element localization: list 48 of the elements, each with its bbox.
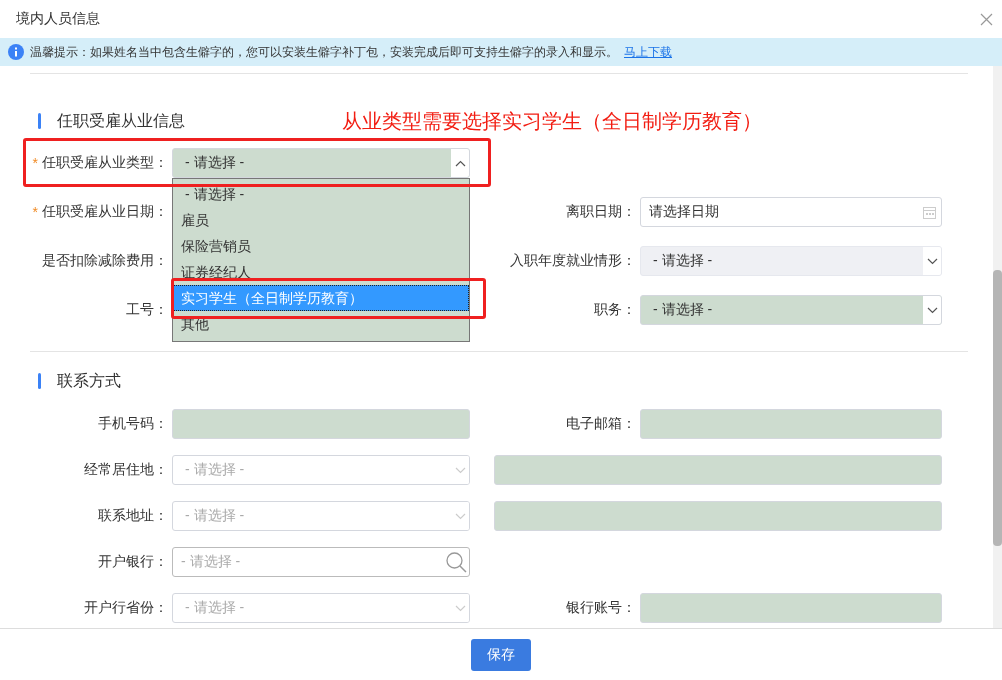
field-label: 任职受雇从业类型： xyxy=(42,154,168,172)
caret-down-icon xyxy=(454,604,466,612)
section-title: 联系方式 xyxy=(57,370,121,391)
calendar-icon xyxy=(923,205,936,219)
field-label: 离职日期： xyxy=(566,203,636,221)
download-link[interactable]: 马上下载 xyxy=(624,43,672,61)
input-field[interactable] xyxy=(640,409,942,439)
annotation-text: 从业类型需要选择实习学生（全日制学历教育） xyxy=(342,108,762,134)
field-label: 是否扣除减除费用： xyxy=(42,252,168,270)
select-field[interactable]: - 请选择 - xyxy=(640,295,942,325)
dropdown-option[interactable]: 证券经纪人 xyxy=(173,259,469,285)
field-label: 手机号码： xyxy=(98,415,168,433)
scrollbar[interactable] xyxy=(993,66,1002,628)
caret-down-icon xyxy=(926,306,938,314)
required-mark: * xyxy=(32,155,38,171)
field-label: 经常居住地： xyxy=(84,461,168,479)
section-title: 任职受雇从业信息 xyxy=(57,110,185,131)
field-label: 开户行省份： xyxy=(84,599,168,617)
notice-text: 温馨提示：如果姓名当中包含生僻字的，您可以安装生僻字补丁包，安装完成后即可支持生僻字的录入和显示。 xyxy=(30,43,618,61)
search-icon xyxy=(446,551,467,573)
input-field[interactable] xyxy=(640,593,942,623)
section-marker xyxy=(38,373,41,389)
field-label: 开户银行： xyxy=(98,553,168,571)
caret-up-icon xyxy=(454,159,466,167)
dropdown-option[interactable]: - 请选择 - xyxy=(173,181,469,207)
field-label: 联系地址： xyxy=(98,507,168,525)
input-field[interactable] xyxy=(494,455,942,485)
field-label: 任职受雇从业日期： xyxy=(42,203,168,221)
caret-down-icon xyxy=(454,466,466,474)
field-label: 电子邮箱： xyxy=(566,415,636,433)
input-field[interactable] xyxy=(494,501,942,531)
dropdown-option[interactable]: 雇员 xyxy=(173,207,469,233)
required-mark: * xyxy=(32,204,38,220)
caret-down-icon xyxy=(926,257,938,265)
section-marker xyxy=(38,113,41,129)
input-field[interactable] xyxy=(172,409,470,439)
date-field[interactable]: 请选择日期 xyxy=(640,197,942,227)
caret-down-icon xyxy=(454,512,466,520)
field-label: 工号： xyxy=(126,301,168,319)
save-button[interactable]: 保存 xyxy=(471,638,531,671)
dropdown-option[interactable]: 保险营销员 xyxy=(173,233,469,259)
field-label: 入职年度就业情形： xyxy=(510,252,636,270)
field-label: 职务： xyxy=(594,301,636,319)
close-icon[interactable] xyxy=(980,12,993,26)
dialog-title: 境内人员信息 xyxy=(16,10,100,28)
field-label: 银行账号： xyxy=(566,599,636,617)
info-icon xyxy=(8,44,24,60)
select-field[interactable]: - 请选择 - xyxy=(172,148,470,178)
